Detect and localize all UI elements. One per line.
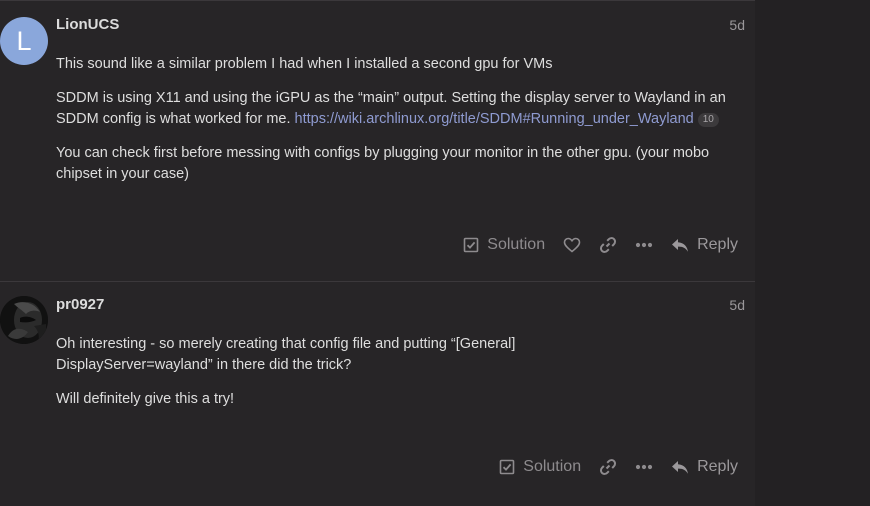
post-paragraph: Will definitely give this a try!: [56, 391, 235, 407]
post-paragraph: This sound like a similar problem I had …: [56, 56, 553, 72]
post-actions: Solution Reply: [454, 229, 747, 261]
post-username[interactable]: LionUCS: [56, 16, 119, 33]
page: L LionUCS 5d This sound like a similar p…: [0, 0, 870, 506]
like-button[interactable]: [554, 229, 590, 261]
reply-icon: [671, 238, 689, 253]
post-actions: Solution Reply: [490, 451, 747, 483]
post-lionucs: L LionUCS 5d This sound like a similar p…: [0, 1, 755, 281]
more-icon: [635, 242, 653, 248]
post-body: Oh interesting - so merely creating that…: [56, 334, 736, 423]
solution-label: Solution: [523, 458, 582, 475]
solution-label: Solution: [487, 236, 546, 253]
link-icon: [599, 236, 617, 254]
share-link-button[interactable]: [590, 229, 626, 261]
checkbox-icon: [463, 237, 479, 253]
more-icon: [635, 464, 653, 470]
avatar[interactable]: [0, 296, 48, 344]
heart-icon: [563, 237, 581, 253]
post-line: Oh interesting - so merely creating that…: [56, 336, 516, 352]
reply-icon: [671, 460, 689, 475]
share-link-button[interactable]: [590, 451, 626, 483]
reply-button[interactable]: Reply: [662, 451, 747, 483]
solution-button[interactable]: Solution: [454, 229, 554, 261]
reply-button[interactable]: Reply: [662, 229, 747, 261]
post-body: This sound like a similar problem I had …: [56, 54, 736, 198]
more-actions-button[interactable]: [626, 451, 662, 483]
wiki-link[interactable]: https://wiki.archlinux.org/title/SDDM#Ru…: [295, 111, 694, 127]
post-date[interactable]: 5d: [729, 17, 745, 33]
post-paragraph: SDDM is using X11 and using the iGPU as …: [56, 88, 736, 130]
post-username[interactable]: pr0927: [56, 296, 104, 313]
post-paragraph: Oh interesting - so merely creating that…: [56, 334, 736, 376]
avatar[interactable]: L: [0, 17, 48, 65]
checkbox-icon: [499, 459, 515, 475]
post-paragraph: You can check first before messing with …: [56, 145, 710, 182]
topic-stream: L LionUCS 5d This sound like a similar p…: [0, 0, 755, 506]
reply-label: Reply: [697, 236, 738, 253]
post-pr0927: pr0927 5d Oh interesting - so merely cre…: [0, 282, 755, 506]
link-icon: [599, 458, 617, 476]
solution-button[interactable]: Solution: [490, 451, 590, 483]
reply-label: Reply: [697, 458, 738, 475]
post-line: DisplayServer=wayland” in there did the …: [56, 357, 352, 373]
post-date[interactable]: 5d: [729, 297, 745, 313]
avatar-image: [0, 296, 48, 344]
more-actions-button[interactable]: [626, 229, 662, 261]
link-click-count-badge: 10: [697, 113, 719, 127]
